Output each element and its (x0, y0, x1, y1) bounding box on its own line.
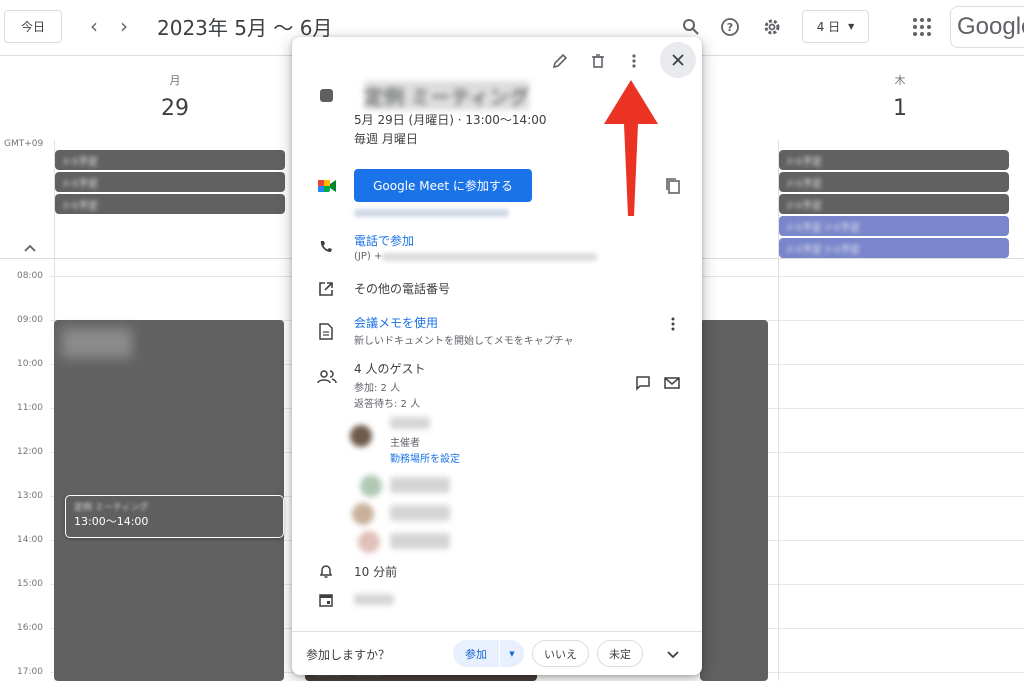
meet-link[interactable] (354, 209, 509, 217)
join-meet-button[interactable]: Google Meet に参加する (354, 169, 532, 202)
more-phone-numbers-link[interactable]: その他の電話番号 (354, 280, 450, 297)
document-icon (316, 321, 336, 341)
more-options-icon[interactable] (622, 49, 646, 73)
timezone-label: GMT+09 (4, 139, 44, 149)
rsvp-yes-dropdown[interactable]: ▼ (500, 640, 524, 667)
guest-name (390, 477, 450, 493)
calendar-event-block[interactable] (700, 320, 768, 681)
organizer-role: 主催者 (390, 438, 420, 449)
expand-chevron-icon[interactable] (662, 643, 684, 665)
meeting-notes-link[interactable]: 会議メモを使用 (354, 314, 438, 331)
phone-number: (JP) + (354, 251, 383, 262)
close-icon (672, 54, 684, 66)
phone-number-blurred (382, 253, 597, 261)
google-logo: Google (950, 6, 1024, 48)
organizer-name (390, 417, 430, 429)
hour-label: 11:00 (17, 403, 43, 413)
apps-grid-icon[interactable] (909, 14, 935, 40)
hour-label: 17:00 (17, 667, 43, 677)
next-icon[interactable]: › (112, 14, 136, 38)
annotation-arrow-icon (604, 80, 658, 216)
footer-divider (292, 631, 702, 632)
caret-down-icon: ▼ (848, 22, 855, 31)
allday-event[interactable]: ﾒｰﾙ予定 ﾒｰﾙ予定 (779, 238, 1009, 258)
avatar (352, 503, 374, 525)
day-of-month: 1 (893, 96, 907, 121)
notes-more-icon[interactable] (664, 315, 682, 333)
selected-event-name: 定例 ミーティング (74, 503, 149, 513)
allday-event[interactable]: ﾒｰﾙ予定 (779, 150, 1009, 170)
hour-label: 16:00 (17, 623, 43, 633)
event-color-swatch (320, 89, 333, 102)
gear-icon[interactable] (759, 14, 785, 40)
meeting-notes-description: 新しいドキュメントを開始してメモをキャプチャ (354, 336, 574, 347)
selected-event[interactable]: 定例 ミーティング 13:00〜14:00 (65, 495, 284, 538)
event-title: 定例 ミーティング (364, 81, 530, 110)
allday-event[interactable]: ﾒｰﾙ予定 (55, 172, 285, 192)
bell-icon (316, 561, 336, 581)
google-meet-icon (316, 177, 338, 195)
rsvp-no-button[interactable]: いいえ (532, 640, 589, 667)
collapse-allday-icon[interactable] (20, 240, 40, 256)
delete-trash-icon[interactable] (586, 49, 610, 73)
hour-label: 08:00 (17, 271, 43, 281)
day-of-month: 29 (161, 96, 189, 121)
allday-event[interactable]: ﾒｰﾙ予定 (55, 150, 285, 170)
event-date-time: 5月 29日 (月曜日) · 13:00〜14:00 (354, 113, 547, 127)
today-button[interactable]: 今日 (4, 10, 62, 43)
view-select[interactable]: 4 日 ▼ (802, 10, 869, 43)
allday-event[interactable]: ﾒｰﾙ予定 (779, 194, 1009, 214)
calendar-owner-name (354, 594, 394, 605)
phone-join-link[interactable]: 電話で参加 (354, 232, 414, 249)
rsvp-maybe-button[interactable]: 未定 (597, 640, 643, 667)
guests-icon (316, 367, 338, 387)
day-header-thursday[interactable]: 木 1 (870, 72, 930, 121)
avatar (360, 475, 382, 497)
edit-pencil-icon[interactable] (548, 49, 572, 73)
day-of-week: 月 (169, 74, 181, 87)
guest-name (390, 505, 450, 521)
reminder-time: 10 分前 (354, 565, 398, 579)
hour-label: 15:00 (17, 579, 43, 589)
copy-icon[interactable] (662, 175, 684, 197)
open-external-icon (316, 279, 336, 299)
hour-label: 10:00 (17, 359, 43, 369)
allday-event[interactable]: ﾒｰﾙ予定 ﾒｰﾙ予定 (779, 216, 1009, 236)
allday-event[interactable]: ﾒｰﾙ予定 (55, 194, 285, 214)
selected-event-time: 13:00〜14:00 (74, 515, 149, 528)
phone-icon (316, 237, 336, 257)
close-button[interactable] (660, 42, 696, 78)
avatar (350, 425, 372, 447)
rsvp-yes-button[interactable]: 参加 (453, 640, 499, 667)
allday-event[interactable]: ﾒｰﾙ予定 (779, 172, 1009, 192)
caret-down-icon: ▼ (509, 649, 515, 658)
set-work-location-link[interactable]: 勤務場所を設定 (390, 450, 460, 465)
guest-name (390, 533, 450, 549)
calendar-icon (316, 590, 336, 610)
hour-label: 13:00 (17, 491, 43, 501)
chat-icon[interactable] (633, 373, 653, 393)
view-select-label: 4 日 (816, 20, 841, 34)
guest-count: 4 人のゲスト (354, 362, 426, 376)
event-recurrence: 毎週 月曜日 (354, 132, 418, 146)
hour-label: 09:00 (17, 315, 43, 325)
avatar (358, 531, 380, 553)
hour-label: 12:00 (17, 447, 43, 457)
previous-icon[interactable]: ‹ (82, 14, 106, 38)
svg-text:?: ? (727, 21, 733, 34)
email-icon[interactable] (662, 373, 682, 393)
guests-accepted: 参加: 2 人 (354, 383, 401, 394)
day-header-monday[interactable]: 月 29 (145, 72, 205, 121)
guests-awaiting: 返答待ち: 2 人 (354, 399, 421, 410)
day-of-week: 木 (894, 74, 906, 87)
rsvp-question: 参加しますか？ (306, 648, 391, 662)
help-icon[interactable]: ? (717, 14, 743, 40)
hour-label: 14:00 (17, 535, 43, 545)
